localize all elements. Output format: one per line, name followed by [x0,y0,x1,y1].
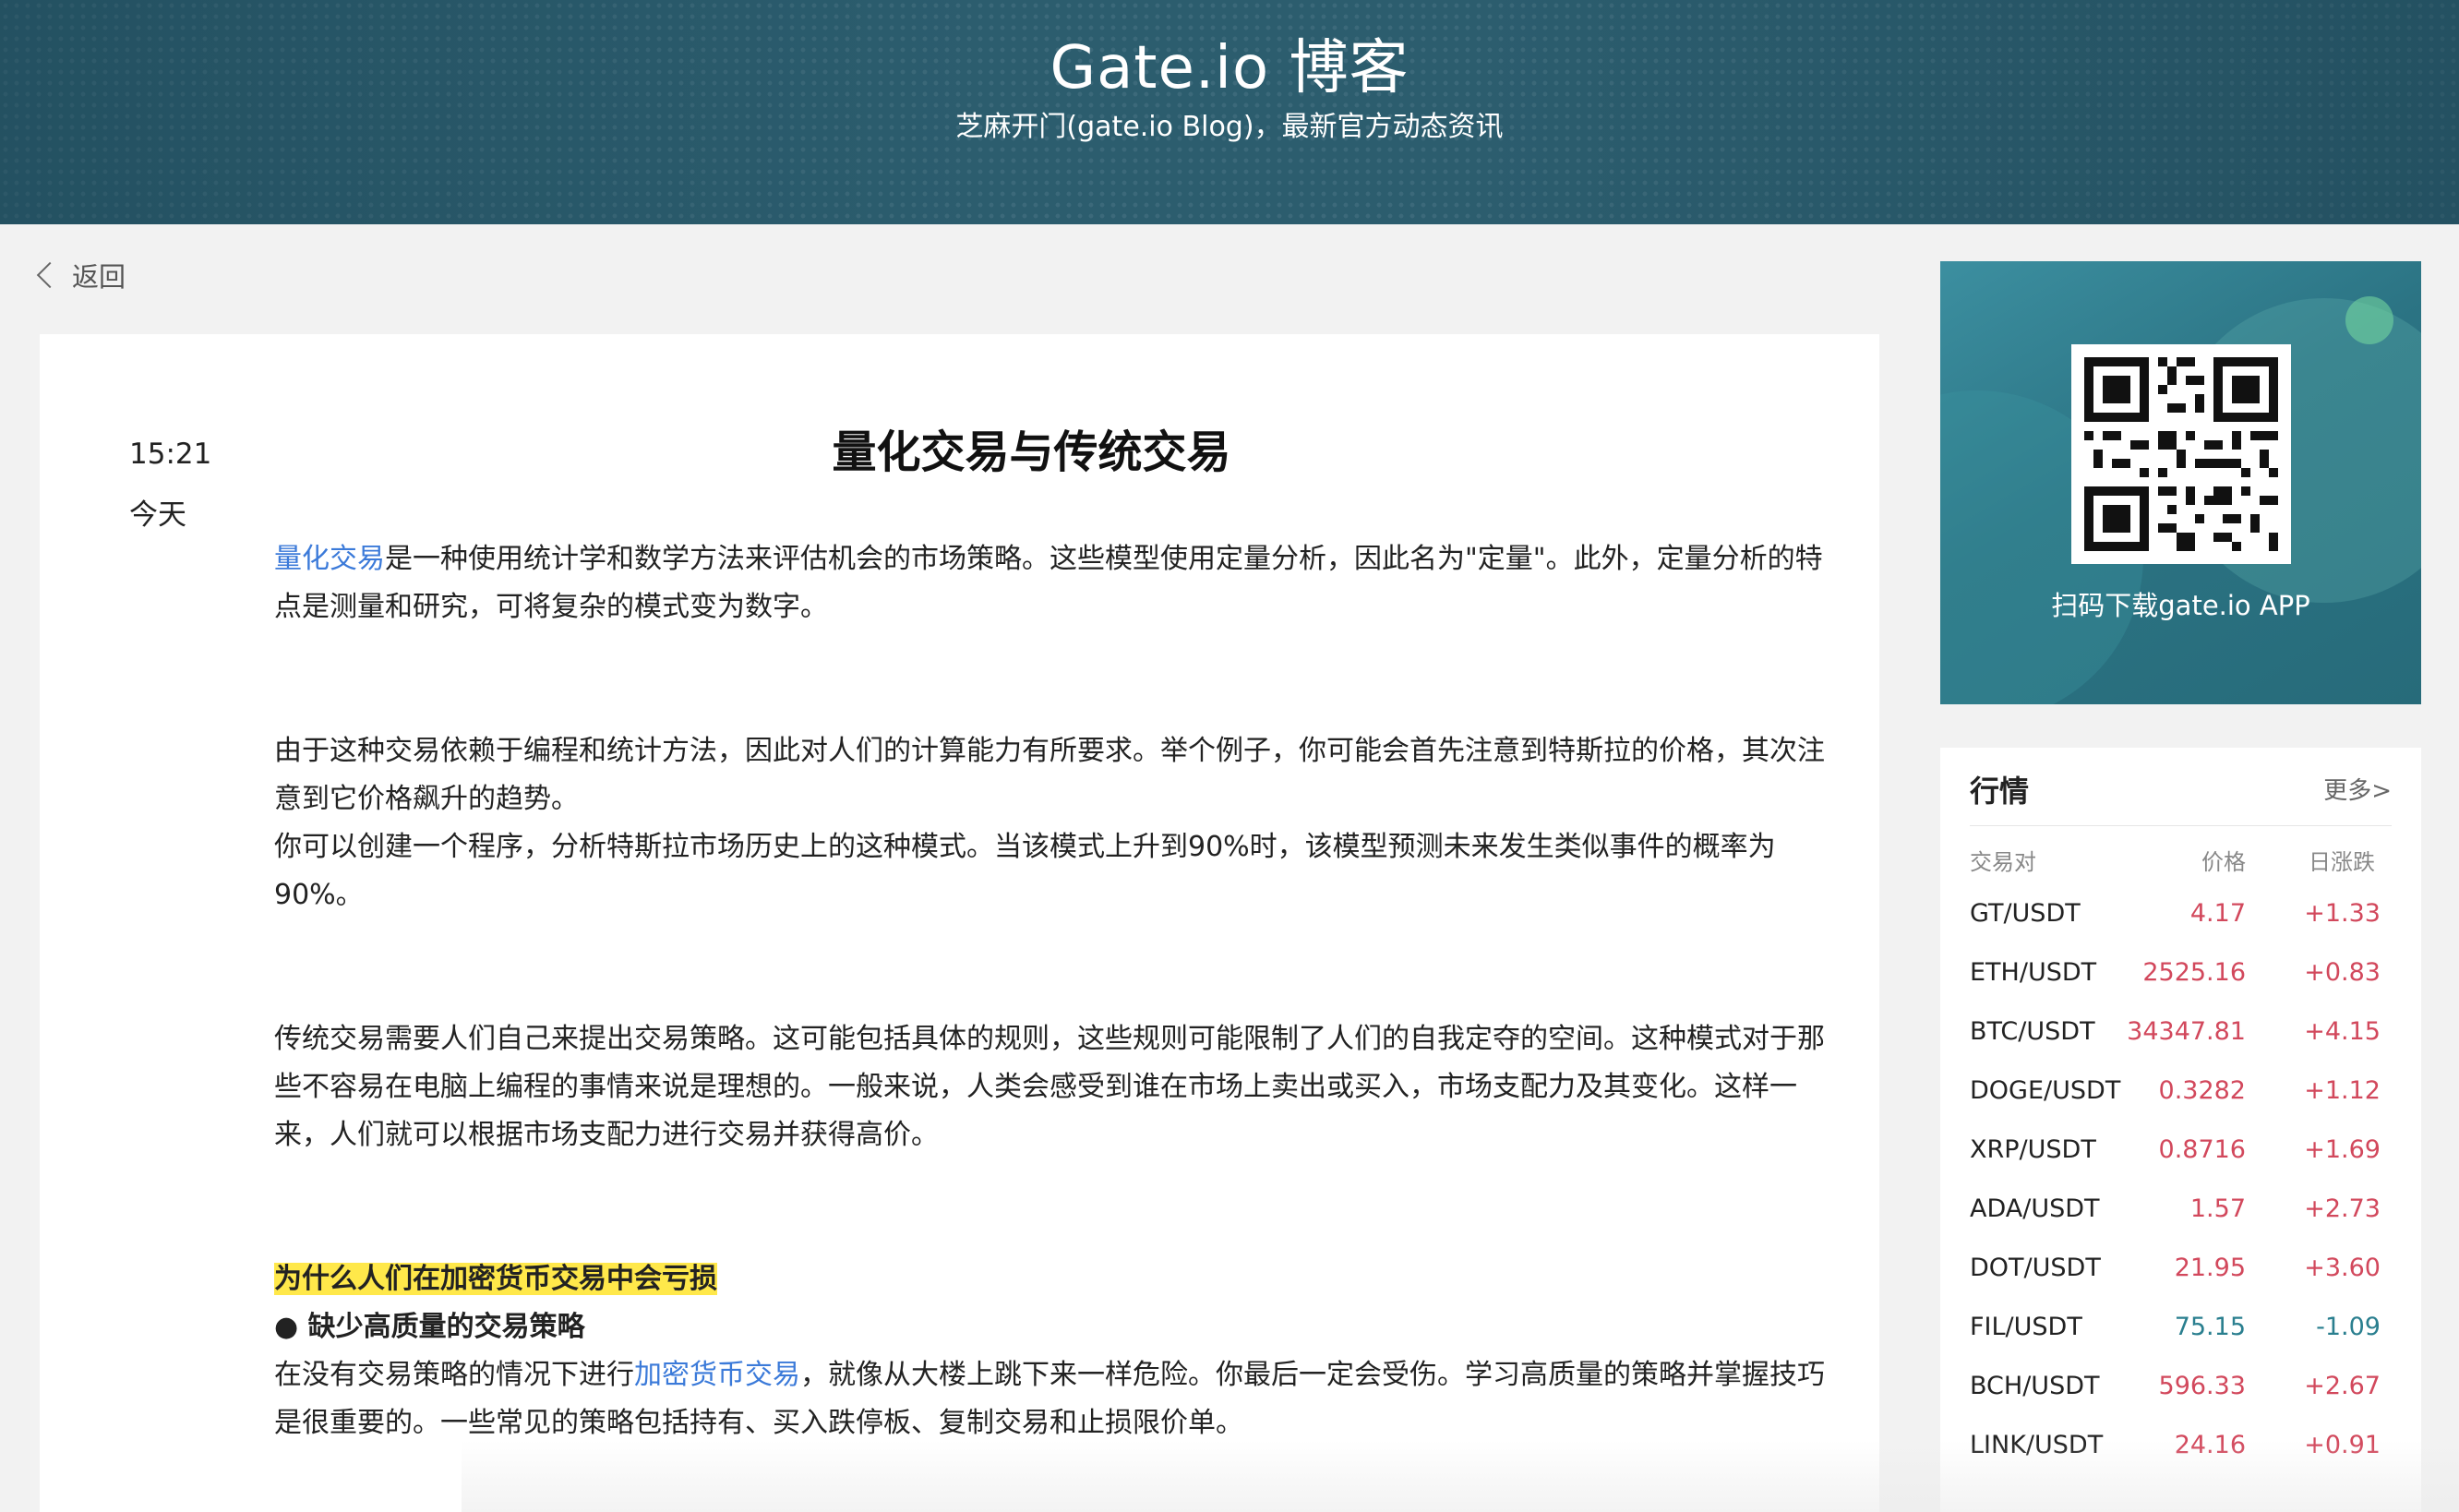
pair-price: 75.15 [2174,1313,2246,1341]
pair-name: FIL/USDT [1970,1313,2082,1341]
paragraph-text: 由于这种交易依赖于编程和统计方法，因此对人们的计算能力有所要求。举个例子，你可能… [274,735,1825,815]
article-paragraph-1: 量化交易是一种使用统计学和数学方法来评估机会的市场策略。这些模型使用定量分析，因… [274,535,1834,631]
article-paragraph-2: 由于这种交易依赖于编程和统计方法，因此对人们的计算能力有所要求。举个例子，你可能… [274,727,1834,919]
pair-name: BCH/USDT [1970,1372,2100,1400]
article-title: 量化交易与传统交易 [832,426,1231,478]
pair-name: BTC/USDT [1970,1017,2095,1046]
market-row[interactable]: BCH/USDT 596.33 +2.67 [1940,1361,2421,1420]
qr-code-icon [2084,357,2278,551]
pair-price: 24.16 [2174,1431,2246,1459]
quant-trading-link[interactable]: 量化交易 [274,543,385,575]
blog-header-banner: Gate.io 博客 芝麻开门(gate.io Blog)，最新官方动态资讯 [0,0,2459,224]
pair-change: +2.67 [2304,1372,2381,1400]
market-row[interactable]: BTC/USDT 34347.81 +4.15 [1940,1006,2421,1065]
pair-name: XRP/USDT [1970,1135,2096,1164]
pair-price: 4.17 [2189,899,2246,928]
article-card: 15:21 今天 量化交易与传统交易 量化交易是一种使用统计学和数学方法来评估机… [40,334,1879,1512]
paragraph-text: 传统交易需要人们自己来提出交易策略。这可能包括具体的规则，这些规则可能限制了人们… [274,1023,1825,1151]
pair-change: -1.09 [2316,1313,2381,1341]
pair-change: +3.60 [2304,1254,2381,1282]
article-section: 为什么人们在加密货币交易中会亏损 ● 缺少高质量的交易策略 在没有交易策略的情况… [274,1255,1834,1447]
market-row[interactable]: GT/USDT 4.17 +1.33 [1940,888,2421,947]
pair-name: DOGE/USDT [1970,1076,2121,1105]
market-more-link[interactable]: 更多> [2323,772,2392,806]
market-row[interactable]: LINK/USDT 24.16 +0.91 [1940,1420,2421,1479]
market-row[interactable]: DOT/USDT 21.95 +3.60 [1940,1242,2421,1302]
pair-name: LINK/USDT [1970,1431,2104,1459]
column-header-price: 价格 [2201,849,2246,875]
section-heading: 为什么人们在加密货币交易中会亏损 [274,1263,717,1295]
pair-price: 596.33 [2158,1372,2246,1400]
pair-price: 1.57 [2189,1194,2246,1223]
back-label: 返回 [72,261,126,293]
crypto-trading-link[interactable]: 加密货币交易 [634,1359,800,1391]
market-title: 行情 [1970,774,2030,809]
pair-price: 34347.81 [2127,1017,2246,1046]
pair-name: GT/USDT [1970,899,2081,928]
pair-change: +1.12 [2304,1076,2381,1105]
app-download-caption: 扫码下载gate.io APP [2051,590,2310,621]
market-row[interactable]: DOGE/USDT 0.3282 +1.12 [1940,1065,2421,1124]
pair-price: 2525.16 [2142,958,2246,987]
pair-change: +1.69 [2304,1135,2381,1164]
market-header: 行情 更多> [1970,748,2392,826]
chevron-left-icon [36,261,64,289]
pair-price: 0.8716 [2158,1135,2246,1164]
pair-price: 21.95 [2174,1254,2246,1282]
column-header-change: 日涨跌 [2309,849,2375,875]
pair-change: +2.73 [2304,1194,2381,1223]
bullet-heading: ● 缺少高质量的交易策略 [274,1311,585,1343]
pair-name: ETH/USDT [1970,958,2097,987]
paragraph-text: 在没有交易策略的情况下进行 [274,1359,634,1391]
column-header-pair: 交易对 [1970,849,2036,875]
pair-name: DOT/USDT [1970,1254,2101,1282]
app-qr-code [2071,344,2291,564]
market-row[interactable]: XRP/USDT 0.8716 +1.69 [1940,1124,2421,1183]
blog-subtitle: 芝麻开门(gate.io Blog)，最新官方动态资讯 [955,111,1504,143]
pair-change: +4.15 [2304,1017,2381,1046]
decor-circle [2345,296,2393,344]
market-row[interactable]: ADA/USDT 1.57 +2.73 [1940,1183,2421,1242]
app-download-card: 扫码下载gate.io APP [1940,261,2421,704]
market-row[interactable]: ETH/USDT 2525.16 +0.83 [1940,947,2421,1006]
pair-change: +0.83 [2304,958,2381,987]
pair-change: +0.91 [2304,1431,2381,1459]
market-panel: 行情 更多> 交易对 价格 日涨跌 GT/USDT 4.17 +1.33 ETH… [1940,748,2421,1512]
article-paragraph-3: 传统交易需要人们自己来提出交易策略。这可能包括具体的规则，这些规则可能限制了人们… [274,1015,1834,1159]
paragraph-text: 是一种使用统计学和数学方法来评估机会的市场策略。这些模型使用定量分析，因此名为"… [274,543,1823,623]
back-button[interactable]: 返回 [35,257,126,294]
blog-title: Gate.io 博客 [1050,34,1409,102]
pair-name: ADA/USDT [1970,1194,2100,1223]
pair-price: 0.3282 [2158,1076,2246,1105]
paragraph-text: 你可以创建一个程序，分析特斯拉市场历史上的这种模式。当该模式上升到90%时，该模… [274,831,1776,911]
market-row[interactable]: FIL/USDT 75.15 -1.09 [1940,1302,2421,1361]
post-date: 今天 [129,498,186,532]
pair-change: +1.33 [2304,899,2381,928]
